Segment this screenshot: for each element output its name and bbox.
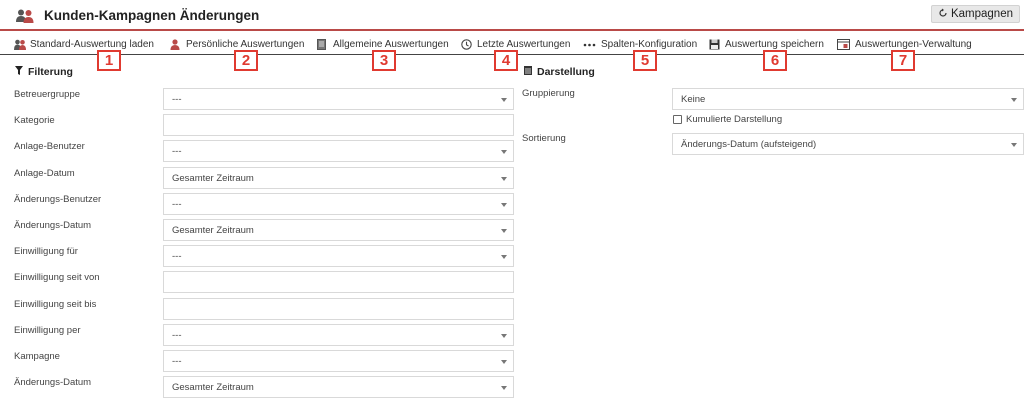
checkbox-box[interactable] [673,115,682,124]
select-value: Keine [681,93,706,105]
filter-select[interactable]: --- [163,140,514,162]
callout-badge: 5 [633,50,657,71]
toolbar-label: Auswertungen-Verwaltung [855,38,972,50]
refresh-icon [938,8,948,21]
field-value: --- [172,250,182,262]
chevron-down-icon [1011,98,1017,102]
filter-label: Kampagne [14,351,60,362]
filter-label: Einwilligung für [14,246,78,257]
field-value: Gesamter Zeitraum [172,224,254,236]
filter-label: Einwilligung per [14,325,81,336]
filter-select[interactable]: Gesamter Zeitraum [163,219,514,241]
field-value: Gesamter Zeitraum [172,172,254,184]
toolbar-label: Standard-Auswertung laden [30,38,154,50]
filter-select[interactable]: --- [163,88,514,110]
document-icon [317,38,328,50]
filter-select[interactable]: --- [163,193,514,215]
chevron-down-icon [501,334,507,338]
clock-icon [461,38,472,50]
toolbar-label: Spalten-Konfiguration [601,38,698,50]
toolbar-label: Persönliche Auswertungen [186,38,305,50]
callout-badge: 2 [234,50,258,71]
chevron-down-icon [501,150,507,154]
filter-label: Änderungs-Datum [14,377,92,388]
field-value: Gesamter Zeitraum [172,381,254,393]
sorting-select[interactable]: Änderungs-Datum (aufsteigend) [672,133,1024,155]
field-value: --- [172,145,182,157]
cumulative-display-checkbox[interactable]: Kumulierte Darstellung [673,114,782,125]
filter-label: Einwilligung seit von [14,272,100,283]
select-value: Änderungs-Datum (aufsteigend) [681,138,817,150]
filter-input[interactable] [163,271,514,293]
field-value: --- [172,355,182,367]
section-title: Filterung [28,66,73,78]
filter-select[interactable]: --- [163,350,514,372]
callout-badge: 6 [763,50,787,71]
filter-label: Änderungs-Datum [14,220,92,231]
window-settings-icon [837,38,850,50]
dots-icon [583,39,596,50]
filter-section-header[interactable]: Filterung [15,66,73,78]
chevron-down-icon [501,386,507,390]
filter-select[interactable]: Gesamter Zeitraum [163,167,514,189]
back-to-campaigns-button[interactable]: Kampagnen [930,5,1020,23]
user-icon [170,38,181,50]
chevron-down-icon [1011,143,1017,147]
callout-badge: 4 [494,50,518,71]
callout-badge: 3 [372,50,396,71]
display-section-header[interactable]: Darstellung [524,66,595,78]
filter-input[interactable] [163,298,514,320]
filter-label: Betreuergruppe [14,89,81,100]
table-icon [524,66,532,78]
filter-icon [15,66,23,78]
chevron-down-icon [501,360,507,364]
load-standard-report-button[interactable]: Standard-Auswertung laden [14,36,154,52]
filter-select[interactable]: Gesamter Zeitraum [163,376,514,398]
filter-input[interactable] [163,114,514,136]
toolbar-label: Letzte Auswertungen [477,38,571,50]
grouping-select[interactable]: Keine [672,88,1024,110]
chevron-down-icon [501,255,507,259]
filter-label: Einwilligung seit bis [14,299,97,310]
chevron-down-icon [501,203,507,207]
checkbox-label: Kumulierte Darstellung [686,114,783,125]
filter-label: Kategorie [14,115,55,126]
grouping-label: Gruppierung [522,88,575,99]
page-header: Kunden-Kampagnen Änderungen Kampagnen [0,0,1024,31]
save-icon [709,39,720,50]
callout-badge: 7 [891,50,915,71]
callout-badge: 1 [97,50,121,71]
filter-select[interactable]: --- [163,245,514,267]
field-value: --- [172,93,182,105]
field-value: --- [172,198,182,210]
toolbar-label: Allgemeine Auswertungen [333,38,449,50]
toolbar-label: Auswertung speichern [725,38,824,50]
chevron-down-icon [501,177,507,181]
section-title: Darstellung [537,66,595,78]
filter-label: Anlage-Datum [14,168,75,179]
page-title: Kunden-Kampagnen Änderungen [44,8,260,23]
back-button-label: Kampagnen [950,8,1013,20]
chevron-down-icon [501,98,507,102]
filter-select[interactable]: --- [163,324,514,346]
users-icon [16,9,34,23]
field-value: --- [172,329,182,341]
filter-label: Änderungs-Benutzer [14,194,102,205]
users-icon [14,39,26,50]
sorting-label: Sortierung [522,133,566,144]
chevron-down-icon [501,229,507,233]
filter-label: Anlage-Benutzer [14,141,85,152]
